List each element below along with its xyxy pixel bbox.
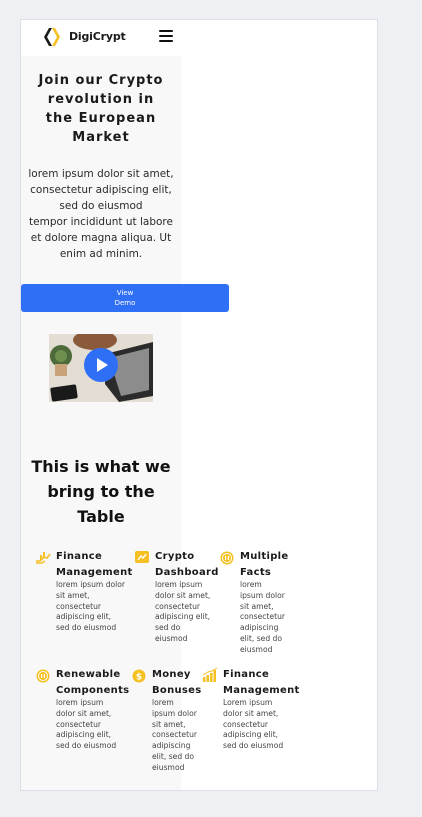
feature-desc-line: dolor sit amet, — [223, 708, 279, 718]
feature-desc-line: elit, sed do — [152, 751, 195, 761]
video-thumbnail[interactable] — [49, 334, 153, 402]
bar-growth-icon — [202, 667, 218, 682]
feature-desc-line: adipiscing elit, — [223, 730, 279, 740]
feature-desc-line: sed do eiusmod — [56, 623, 117, 633]
feature-desc-line: consectetur — [155, 601, 200, 611]
svg-text:$: $ — [136, 673, 142, 683]
feature-desc-line: lorem ipsum — [155, 580, 203, 589]
hero-text-line: sed do eiusmod — [59, 200, 143, 212]
chart-hand-icon — [36, 552, 51, 564]
feature-description: lorem ipsum dolor sit amet, consectetur … — [152, 698, 197, 774]
feature-title-line: Crypto — [155, 551, 195, 562]
feature-desc-line: sed do eiusmod — [56, 741, 117, 751]
feature-title: Crypto Dashboard — [155, 549, 219, 581]
feature-desc-line: sed do — [155, 623, 181, 633]
feature-card-multiple-facts: Multiple Facts lorem ipsum dolor sit ame… — [219, 549, 309, 659]
feature-desc-line: adipiscing — [152, 741, 191, 751]
feature-desc-line: eiusmod — [240, 644, 273, 654]
feature-title: Finance Management — [56, 549, 133, 581]
feature-card-crypto-dashboard: Crypto Dashboard lorem ipsum dolor sit a… — [134, 549, 224, 649]
top-navbar: DigiCrypt — [21, 20, 181, 56]
feature-description: lorem ipsum dolor sit amet, consectetur … — [56, 698, 116, 752]
hero-text-line: consectetur adipiscing elit, — [30, 184, 172, 196]
feature-desc-line: adipiscing elit, — [56, 730, 112, 740]
feature-desc-line: eiusmod — [152, 762, 185, 772]
brand-name[interactable]: DigiCrypt — [69, 30, 126, 43]
feature-desc-line: sit amet, — [56, 590, 90, 600]
feature-title: Finance Management — [223, 667, 300, 699]
feature-desc-line: eiusmod — [155, 633, 188, 643]
features-section-title: This is what we bring to the Table — [21, 454, 181, 529]
hero-text-line: enim ad minim. — [59, 248, 143, 260]
feature-title-line: Facts — [240, 567, 272, 578]
feature-card-finance-management-2: Finance Management Lorem ipsum dolor sit… — [202, 667, 312, 757]
section-title-line: Table — [77, 507, 125, 526]
feature-desc-line: consectetur — [152, 730, 197, 740]
feature-title: Renewable Components — [56, 667, 129, 699]
feature-desc-line: ipsum dolor — [240, 590, 285, 600]
feature-desc-line: sit amet, — [240, 601, 274, 611]
coins-icon — [220, 551, 234, 565]
feature-desc-line: adipiscing — [240, 623, 279, 633]
dashboard-icon — [135, 551, 149, 563]
feature-description: lorem ipsum dolor sit amet, consectetur … — [240, 580, 285, 656]
feature-description: Lorem ipsum dolor sit amet, consectetur … — [223, 698, 283, 752]
feature-desc-line: lorem — [240, 580, 262, 589]
feature-title: Money Bonuses — [152, 667, 202, 699]
hero-text-line: et dolore magna aliqua. Ut — [30, 232, 172, 244]
view-demo-button[interactable]: View Demo — [21, 284, 229, 312]
hero-text-line: lorem ipsum dolor sit amet, — [28, 168, 174, 180]
feature-title-line: Dashboard — [155, 567, 219, 578]
feature-desc-line: dolor sit amet, — [56, 708, 112, 718]
feature-description: lorem ipsum dolor sit amet, consectetur … — [155, 580, 210, 645]
digicrypt-logo-icon[interactable] — [43, 27, 61, 47]
feature-title-line: Money — [152, 669, 191, 680]
hero-title-line: the European — [45, 111, 157, 126]
feature-desc-line: elit, sed do — [240, 633, 283, 643]
renewable-icon — [36, 669, 50, 683]
feature-desc-line: consectetur — [56, 601, 101, 611]
feature-title-line: Finance — [56, 551, 103, 562]
section-title-line: This is what we — [31, 457, 171, 476]
hero-title-line: Market — [72, 130, 130, 145]
feature-desc-line: dolor sit amet, — [155, 590, 211, 600]
hamburger-menu-icon[interactable] — [159, 30, 173, 44]
feature-desc-line: adipiscing elit, — [56, 612, 112, 622]
feature-desc-line: lorem — [152, 698, 174, 707]
feature-desc-line: Lorem ipsum — [223, 698, 273, 707]
hero-text-line: tempor incididunt ut labore — [29, 216, 173, 228]
hero-title-line: Join our Crypto — [38, 73, 164, 88]
feature-title-line: Management — [223, 685, 300, 696]
section-title-line: bring to the — [47, 482, 155, 501]
hero-description: lorem ipsum dolor sit amet, consectetur … — [21, 166, 181, 262]
feature-title-line: Components — [56, 685, 130, 696]
money-icon: $ — [132, 669, 146, 683]
feature-title-line: Bonuses — [152, 685, 202, 696]
feature-title-line: Management — [56, 567, 133, 578]
play-icon — [97, 358, 108, 372]
feature-desc-line: lorem ipsum — [56, 698, 104, 707]
demo-button-label: Demo — [114, 299, 136, 307]
feature-description: lorem ipsum dolor sit amet, consectetur … — [56, 580, 125, 634]
feature-title-line: Finance — [223, 669, 270, 680]
feature-desc-line: sit amet, — [152, 719, 186, 729]
feature-title-line: Multiple — [240, 551, 289, 562]
feature-desc-line: ipsum dolor — [152, 708, 197, 718]
hero-title-line: revolution in — [47, 92, 155, 107]
feature-desc-line: sed do eiusmod — [223, 741, 284, 751]
feature-desc-line: lorem ipsum dolor — [56, 580, 126, 589]
feature-title-line: Renewable — [56, 669, 121, 680]
page-frame: DigiCrypt Join our Crypto revolution in … — [20, 19, 378, 791]
feature-desc-line: adipiscing elit, — [155, 612, 211, 622]
feature-card-renewable-components: Renewable Components lorem ipsum dolor s… — [35, 667, 135, 757]
feature-card-finance-management: Finance Management lorem ipsum dolor sit… — [35, 549, 135, 639]
feature-desc-line: consectetur — [56, 719, 101, 729]
feature-desc-line: consectetur — [240, 612, 285, 622]
demo-button-label: View — [116, 289, 134, 297]
play-button[interactable] — [84, 348, 118, 382]
feature-title: Multiple Facts — [240, 549, 288, 581]
feature-desc-line: consectetur — [223, 719, 268, 729]
hero-title: Join our Crypto revolution in the Europe… — [31, 71, 171, 147]
